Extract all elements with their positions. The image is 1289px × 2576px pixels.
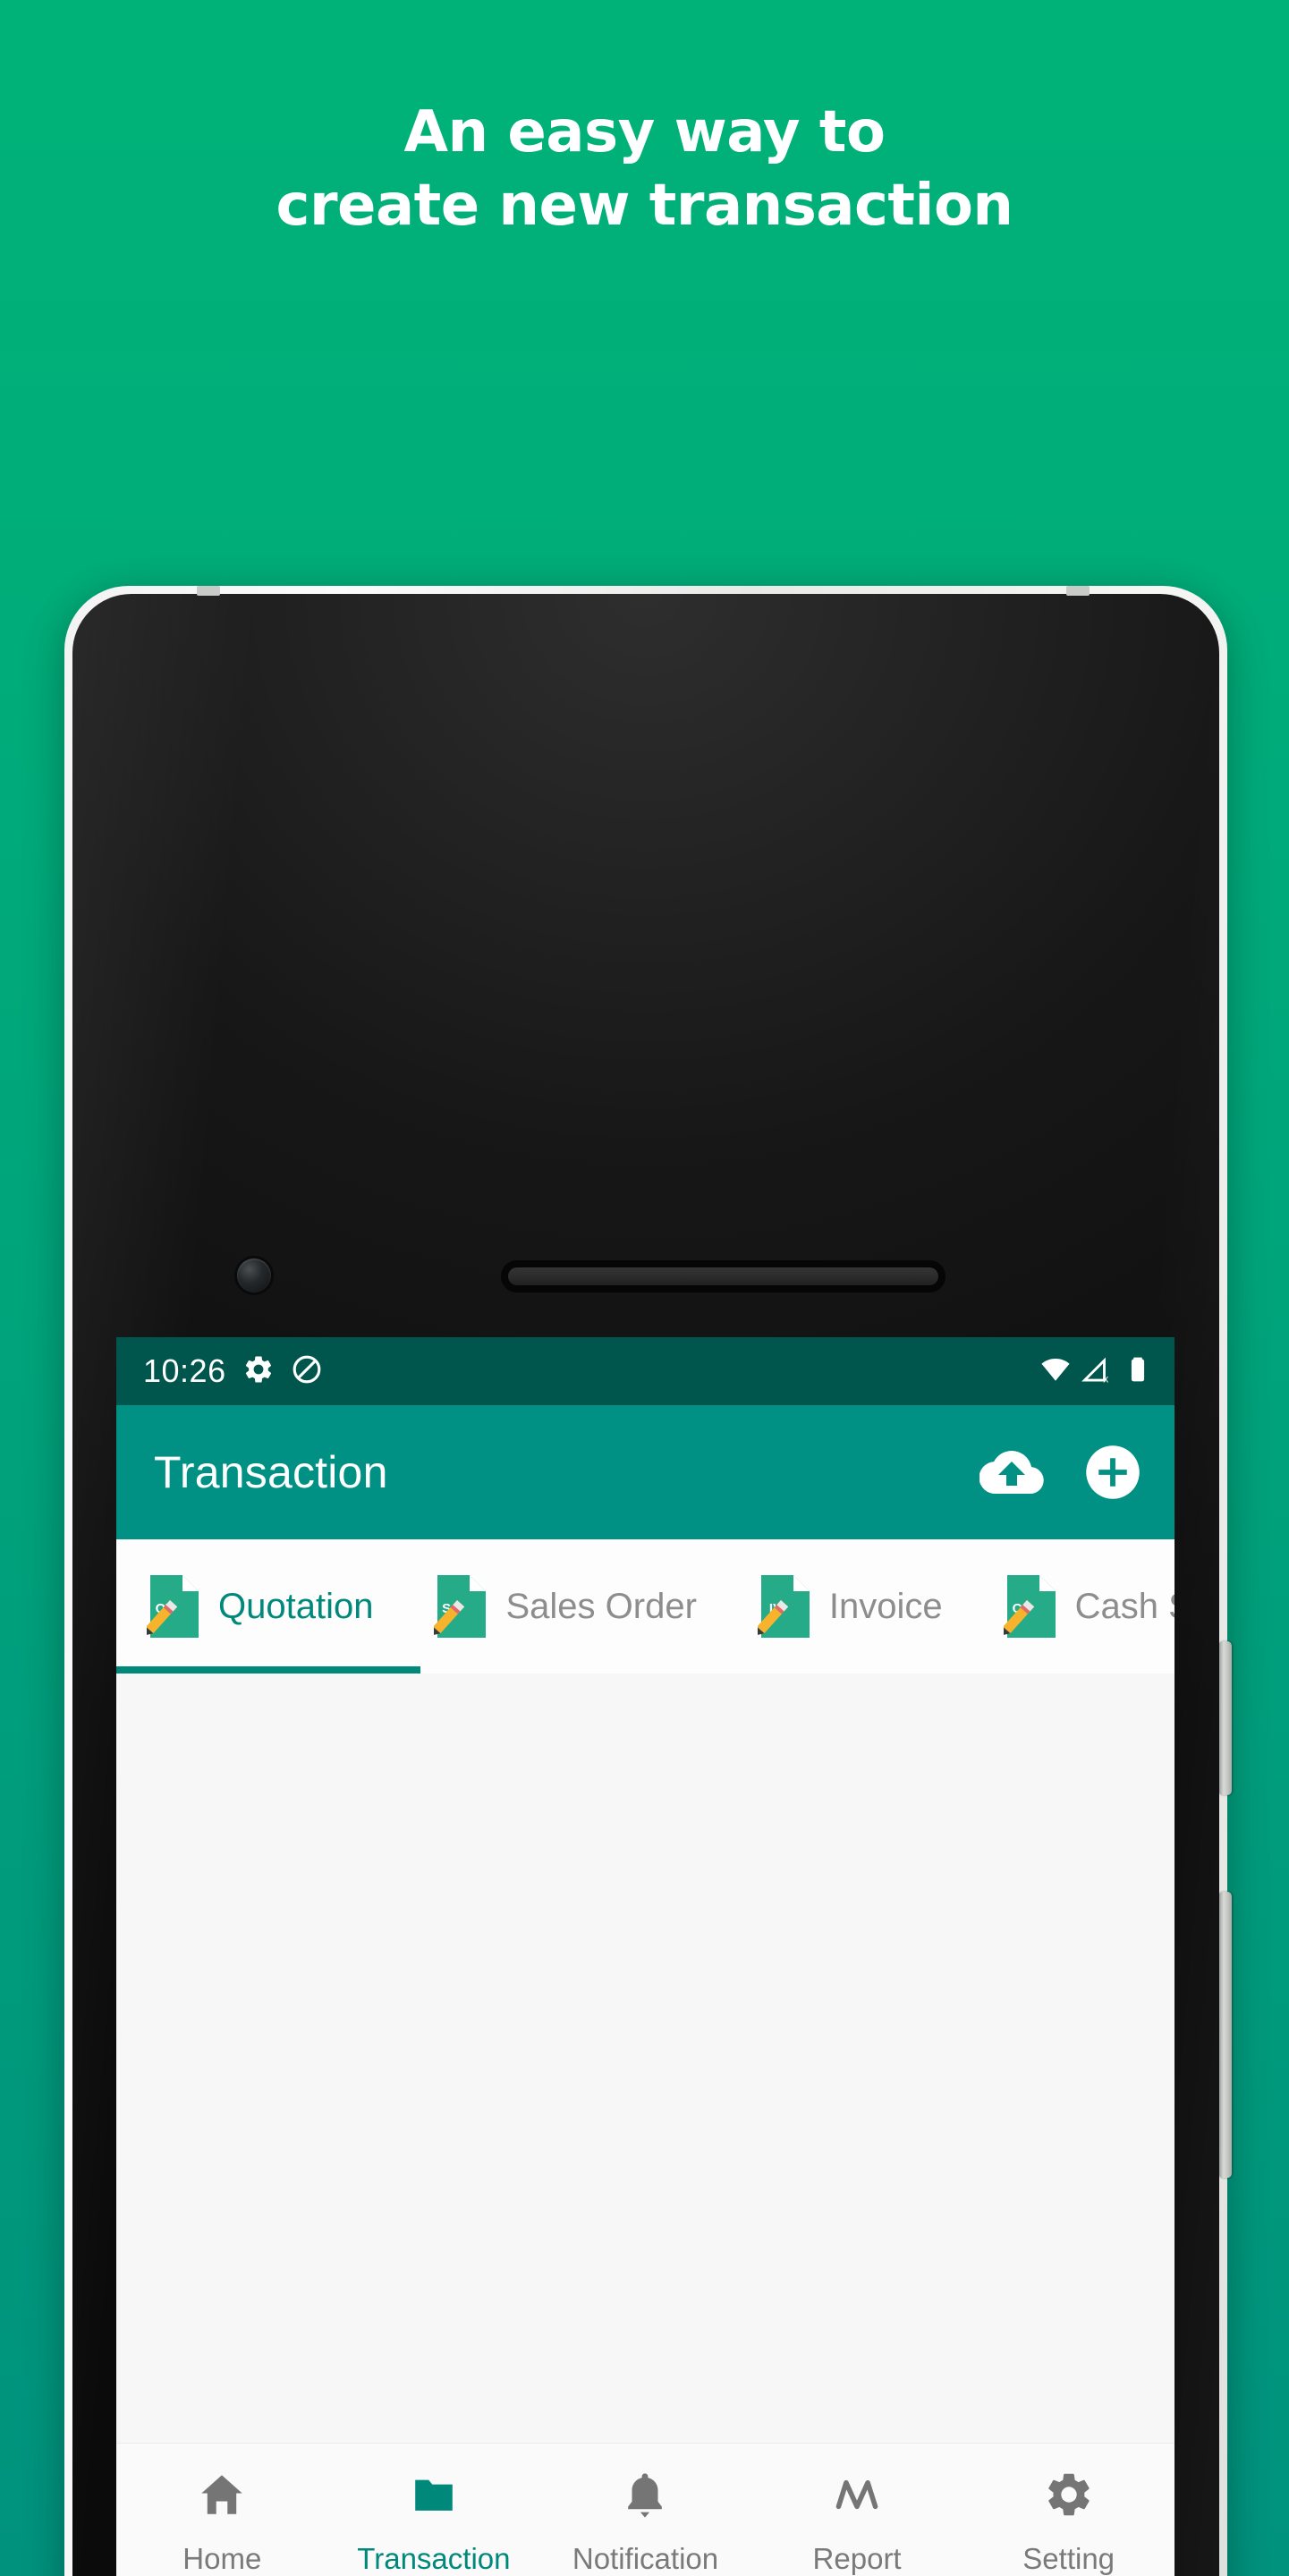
add-circle-icon[interactable]: [1081, 1441, 1144, 1504]
status-bar-left: 10:26: [143, 1352, 323, 1390]
gear-icon: [242, 1353, 275, 1390]
tab-invoice[interactable]: IV Invoice: [727, 1539, 973, 1674]
transaction-list: [116, 1674, 1175, 2443]
cash-sale-doc-icon: CS: [1003, 1573, 1059, 1640]
nav-item-transaction[interactable]: Transaction: [328, 2467, 540, 2576]
nav-item-notification[interactable]: Notification: [539, 2467, 751, 2576]
transaction-tabs: QT Quotation: [116, 1539, 1175, 1674]
nav-item-home[interactable]: Home: [116, 2467, 328, 2576]
trend-line-icon: [831, 2467, 883, 2522]
active-tab-indicator: [116, 1666, 420, 1674]
nav-label-setting: Setting: [1022, 2542, 1115, 2575]
bottom-navigation: Home Transaction Notification Report Set…: [116, 2443, 1175, 2576]
phone-mockup: 10:26 x Transaction Quotation Sales Orde…: [64, 586, 1232, 2576]
tab-label-invoice: Invoice: [828, 1586, 943, 1626]
nav-label-home: Home: [182, 2542, 262, 2575]
antenna-mark-left: [197, 586, 220, 596]
wifi-icon: [1040, 1354, 1071, 1389]
status-bar: 10:26 x: [116, 1337, 1175, 1405]
page-title: An easy way to create new transaction: [0, 97, 1289, 243]
tab-label-quotation: Quotation: [218, 1586, 374, 1626]
gear-icon: [1043, 2467, 1095, 2522]
nav-item-report[interactable]: Report: [751, 2467, 963, 2576]
volume-button[interactable]: [1219, 1892, 1232, 2178]
nav-label-notification: Notification: [572, 2542, 719, 2575]
status-time: 10:26: [143, 1352, 226, 1389]
app-bar-title: Transaction: [154, 1447, 388, 1497]
invoice-doc-icon: IV: [757, 1573, 813, 1640]
bell-icon: [619, 2467, 671, 2522]
tab-label-sales-order: Sales Order: [505, 1586, 697, 1626]
tab-label-cash-sale: Cash Sale: [1074, 1586, 1175, 1626]
nav-label-report: Report: [812, 2542, 902, 2575]
status-bar-right: x: [1040, 1354, 1153, 1389]
heading-line-1: An easy way to: [403, 99, 886, 165]
home-icon: [196, 2467, 248, 2522]
promo-banner: An easy way to create new transaction 10…: [0, 0, 1289, 2576]
svg-text:x: x: [1103, 1373, 1108, 1384]
folder-icon: [408, 2467, 460, 2522]
sales-order-doc-icon: SO: [434, 1573, 489, 1640]
nav-label-transaction: Transaction: [357, 2542, 511, 2575]
front-camera: [237, 1258, 271, 1292]
app-bar-actions: [979, 1440, 1144, 1504]
phone-screen: 10:26 x Transaction Quotation Sales Orde…: [116, 1337, 1175, 2576]
heading-line-2: create new transaction: [276, 172, 1013, 239]
signal-off-icon: x: [1081, 1354, 1112, 1389]
battery-icon: [1123, 1354, 1153, 1389]
earpiece-speaker: [501, 1260, 946, 1292]
cloud-upload-icon[interactable]: [979, 1440, 1044, 1504]
quotation-doc-icon: QT: [147, 1573, 202, 1640]
do-not-disturb-icon: [291, 1353, 323, 1390]
power-button[interactable]: [1219, 1641, 1232, 1795]
tab-quotation[interactable]: QT Quotation: [116, 1539, 403, 1674]
app-bar: Transaction: [116, 1405, 1175, 1539]
tab-sales-order[interactable]: SO Sales Order: [403, 1539, 726, 1674]
nav-item-setting[interactable]: Setting: [963, 2467, 1175, 2576]
tab-cash-sale[interactable]: CS Cash Sale: [973, 1539, 1175, 1674]
antenna-mark-right: [1066, 586, 1090, 596]
